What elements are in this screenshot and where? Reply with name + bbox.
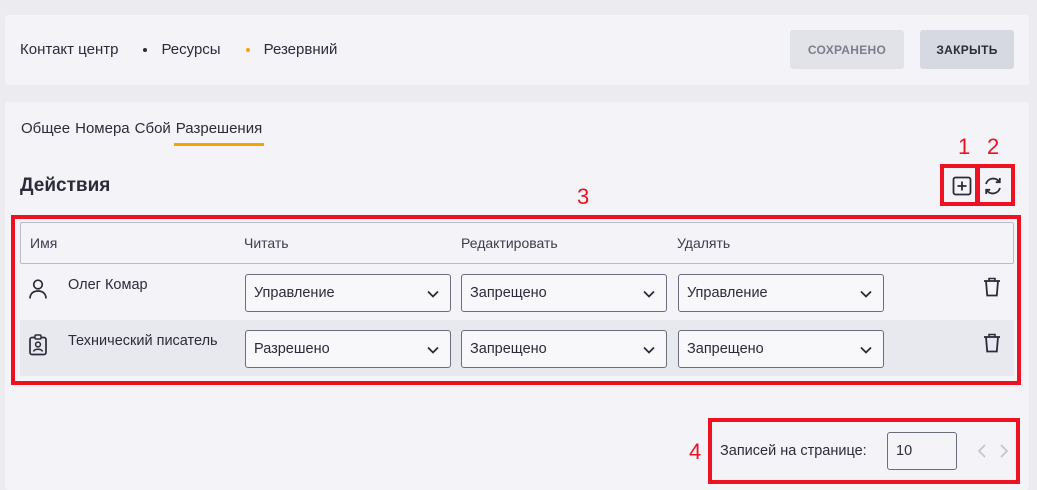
breadcrumb-separator-dot bbox=[245, 47, 250, 52]
saved-button[interactable]: СОХРАНЕНО bbox=[790, 30, 904, 69]
section-title: Действия bbox=[20, 175, 111, 196]
breadcrumb-item-current: Резервний bbox=[263, 41, 338, 58]
annotation-number-4: 4 bbox=[689, 439, 702, 464]
annotation-box-1 bbox=[940, 164, 979, 206]
annotation-box-4 bbox=[708, 418, 1020, 484]
breadcrumb-item-resources[interactable]: Ресурсы bbox=[161, 41, 220, 58]
close-button[interactable]: ЗАКРЫТЬ bbox=[920, 30, 1014, 69]
tab-general[interactable]: Общее bbox=[21, 120, 70, 137]
tab-permissions[interactable]: Разрешения bbox=[173, 120, 265, 146]
breadcrumb-separator-dot bbox=[143, 47, 148, 52]
annotation-box-2 bbox=[976, 164, 1015, 206]
annotation-number-2: 2 bbox=[987, 134, 1000, 159]
breadcrumb: Контакт центр Ресурсы Резервний bbox=[20, 41, 337, 58]
annotation-box-3 bbox=[11, 215, 1021, 385]
annotation-number-1: 1 bbox=[958, 134, 971, 159]
tab-failover[interactable]: Сбой bbox=[135, 120, 171, 137]
breadcrumb-item-contact-center[interactable]: Контакт центр bbox=[20, 41, 118, 58]
annotation-number-3: 3 bbox=[577, 184, 590, 209]
tab-numbers[interactable]: Номера bbox=[75, 120, 130, 137]
tab-bar: Общее Номера Сбой Разрешения bbox=[21, 120, 267, 146]
top-bar: Контакт центр Ресурсы Резервний СОХРАНЕН… bbox=[5, 15, 1029, 85]
